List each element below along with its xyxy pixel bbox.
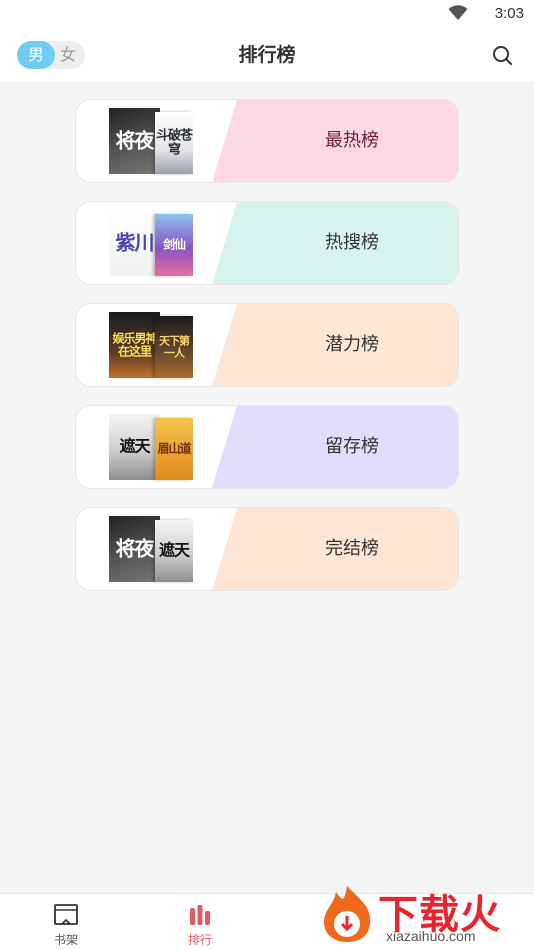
book-covers: 紫川 剑仙 [109, 210, 195, 276]
book-cover: 遮天 [109, 414, 160, 480]
book-cover: 斗破苍穹 [155, 112, 193, 174]
ranking-card[interactable]: 将夜 遮天 完结榜 [75, 507, 459, 591]
search-icon[interactable] [490, 43, 514, 67]
watermark: 下载火 xiazaihuo.com [316, 880, 534, 949]
status-time: 3:03 [494, 5, 524, 22]
ranking-list: 将夜 斗破苍穹 最热榜 紫川 剑仙 热搜榜 娱乐男神在这里 天下第一人 潜力榜 … [75, 99, 459, 609]
book-cover: 娱乐男神在这里 [109, 312, 160, 378]
book-cover-title: 眉山道 [157, 441, 191, 456]
book-covers: 将夜 遮天 [109, 516, 195, 582]
book-cover-title: 将夜 [115, 128, 155, 153]
book-cover-title: 娱乐男神在这里 [112, 331, 157, 358]
tab-bookshelf[interactable]: 书架 [36, 902, 96, 948]
book-cover-title: 将夜 [115, 536, 155, 561]
flame-logo-icon [324, 886, 371, 942]
book-cover-title: 天下第一人 [159, 334, 190, 359]
book-cover: 将夜 [109, 516, 160, 582]
wifi-icon [448, 5, 468, 20]
book-cover: 将夜 [109, 108, 160, 174]
ranking-bars-icon [190, 905, 210, 925]
ranking-card-label: 最热榜 [325, 130, 379, 151]
tab-ranking-label: 排行 [187, 933, 212, 947]
ranking-card[interactable]: 娱乐男神在这里 天下第一人 潜力榜 [75, 303, 459, 387]
ranking-card-label: 热搜榜 [325, 232, 379, 253]
ranking-card[interactable]: 紫川 剑仙 热搜榜 [75, 201, 459, 285]
book-cover-title: 剑仙 [162, 237, 186, 252]
book-cover-title: 斗破苍穹 [155, 128, 193, 157]
app-header: 排行榜 女 男 [0, 28, 534, 82]
gender-toggle[interactable]: 女 男 [17, 41, 85, 69]
ranking-card-label: 留存榜 [325, 436, 379, 457]
ranking-card[interactable]: 遮天 眉山道 留存榜 [75, 405, 459, 489]
tab-bookshelf-label: 书架 [53, 933, 78, 947]
watermark-url: xiazaihuo.com [386, 928, 476, 944]
gender-male-option[interactable]: 男 [17, 41, 55, 69]
book-cover: 剑仙 [155, 214, 193, 276]
book-covers: 娱乐男神在这里 天下第一人 [109, 312, 195, 378]
book-cover: 眉山道 [155, 418, 193, 480]
tab-ranking[interactable]: 排行 [170, 902, 230, 948]
book-covers: 遮天 眉山道 [109, 414, 195, 480]
ranking-card[interactable]: 将夜 斗破苍穹 最热榜 [75, 99, 459, 183]
book-cover: 天下第一人 [155, 316, 193, 378]
book-cover: 遮天 [155, 520, 193, 582]
book-cover-title: 紫川 [115, 230, 155, 255]
ranking-card-label: 完结榜 [325, 538, 379, 559]
book-cover: 紫川 [109, 210, 160, 276]
bookshelf-icon [54, 904, 78, 925]
book-covers: 将夜 斗破苍穹 [109, 108, 195, 174]
gender-female-option[interactable]: 女 [51, 41, 85, 69]
book-cover-title: 遮天 [158, 540, 190, 560]
ranking-card-label: 潜力榜 [325, 334, 379, 355]
book-cover-title: 遮天 [119, 436, 150, 456]
status-bar: 3:03 [0, 0, 534, 28]
